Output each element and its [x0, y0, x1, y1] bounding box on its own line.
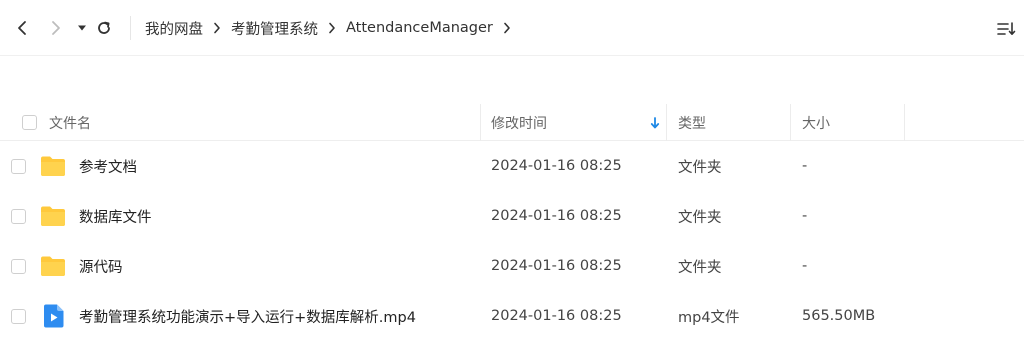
file-type: 文件夹	[678, 209, 722, 226]
file-size: -	[802, 158, 808, 174]
file-modified: 2024-01-16 08:25	[491, 158, 622, 174]
chevron-left-icon	[18, 21, 26, 35]
table-row[interactable]: 源代码 2024-01-16 08:25 文件夹 -	[0, 241, 1024, 291]
column-header-type[interactable]: 类型	[678, 104, 706, 141]
sort-list-icon	[997, 22, 1016, 35]
table-header: 文件名 修改时间 类型 大小	[0, 104, 1024, 141]
select-all-checkbox[interactable]	[22, 104, 37, 141]
chevron-right-icon[interactable]	[503, 22, 511, 34]
column-divider[interactable]	[790, 104, 791, 141]
table-row[interactable]: 数据库文件 2024-01-16 08:25 文件夹 -	[0, 191, 1024, 241]
column-header-size[interactable]: 大小	[802, 104, 830, 141]
file-modified: 2024-01-16 08:25	[491, 308, 622, 324]
file-type: 文件夹	[678, 259, 722, 276]
caret-down-icon	[78, 25, 86, 31]
column-divider[interactable]	[904, 104, 905, 141]
breadcrumb-item-root[interactable]: 我的网盘	[145, 18, 203, 39]
chevron-right-icon	[52, 21, 60, 35]
history-dropdown-button[interactable]	[70, 16, 94, 40]
folder-icon	[40, 141, 66, 191]
file-name[interactable]: 考勤管理系统功能演示+导入运行+数据库解析.mp4	[79, 291, 416, 341]
file-size: -	[802, 258, 808, 274]
column-header-name[interactable]: 文件名	[49, 104, 91, 141]
video-file-icon	[43, 291, 64, 341]
forward-button[interactable]	[44, 16, 68, 40]
table-row[interactable]: 参考文档 2024-01-16 08:25 文件夹 -	[0, 141, 1024, 191]
file-table: 文件名 修改时间 类型 大小 参考文档 2024-01-16 08:25 文件夹…	[0, 104, 1024, 341]
file-name[interactable]: 参考文档	[79, 141, 137, 191]
row-checkbox[interactable]	[11, 191, 26, 241]
table-row[interactable]: 考勤管理系统功能演示+导入运行+数据库解析.mp4 2024-01-16 08:…	[0, 291, 1024, 341]
chevron-right-icon	[213, 22, 221, 34]
row-checkbox[interactable]	[11, 241, 26, 291]
file-type: mp4文件	[678, 309, 740, 326]
breadcrumb-item-project[interactable]: 考勤管理系统	[231, 18, 318, 39]
row-checkbox[interactable]	[11, 291, 26, 341]
file-size: 565.50MB	[802, 308, 876, 324]
file-modified: 2024-01-16 08:25	[491, 258, 622, 274]
file-modified: 2024-01-16 08:25	[491, 208, 622, 224]
toolbar: 我的网盘 考勤管理系统 AttendanceManager	[0, 0, 1024, 56]
file-size: -	[802, 208, 808, 224]
sort-menu-button[interactable]	[996, 18, 1018, 40]
table-body: 参考文档 2024-01-16 08:25 文件夹 - 数据库文件 2024-0…	[0, 141, 1024, 341]
file-name[interactable]: 数据库文件	[79, 191, 152, 241]
refresh-button[interactable]	[92, 16, 116, 40]
file-name[interactable]: 源代码	[79, 241, 123, 291]
column-divider[interactable]	[666, 104, 667, 141]
back-button[interactable]	[10, 16, 34, 40]
chevron-right-icon	[328, 22, 336, 34]
column-divider[interactable]	[480, 104, 481, 141]
column-header-modified[interactable]: 修改时间	[491, 104, 547, 141]
file-type: 文件夹	[678, 159, 722, 176]
toolbar-divider	[130, 16, 131, 40]
breadcrumb-item-current[interactable]: AttendanceManager	[346, 20, 493, 36]
folder-icon	[40, 191, 66, 241]
row-checkbox[interactable]	[11, 141, 26, 191]
folder-icon	[40, 241, 66, 291]
refresh-icon	[98, 21, 110, 34]
breadcrumb: 我的网盘 考勤管理系统 AttendanceManager	[145, 17, 521, 39]
sort-desc-icon[interactable]	[650, 104, 660, 141]
